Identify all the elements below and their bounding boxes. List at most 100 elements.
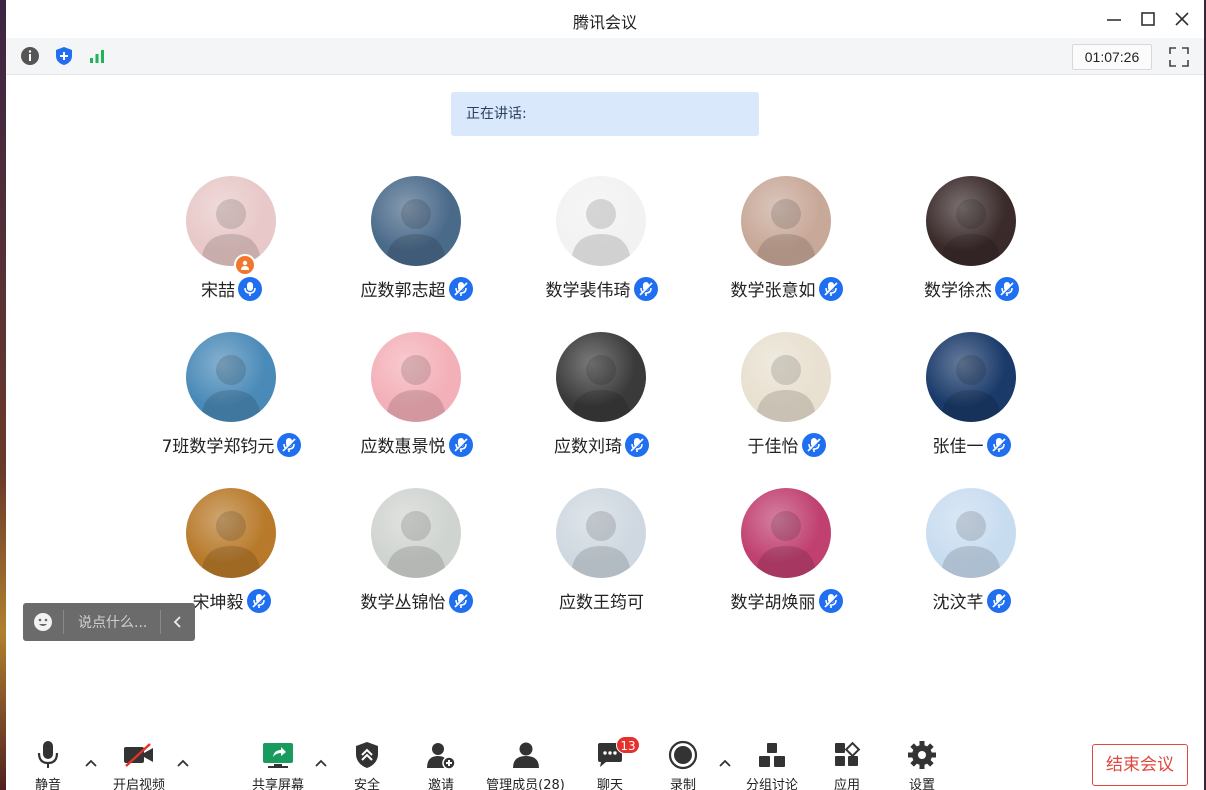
participant-tile[interactable]: 数学裴伟琦: [509, 176, 694, 332]
settings-button[interactable]: 设置: [882, 740, 962, 790]
host-user-icon: [241, 260, 249, 270]
participant-tile[interactable]: 数学徐杰: [879, 176, 1064, 332]
info-icon: [21, 47, 39, 65]
mic-muted-badge: [277, 432, 302, 457]
participant-avatar: [186, 332, 276, 422]
participant-avatar: [556, 332, 646, 422]
microphone-muted-icon: [453, 593, 468, 608]
quick-chat-box[interactable]: 说点什么...: [23, 603, 195, 641]
participant-tile[interactable]: 张佳一: [879, 332, 1064, 488]
minimize-button[interactable]: [1100, 6, 1128, 32]
end-meeting-button[interactable]: 结束会议: [1092, 744, 1188, 786]
audio-options-button[interactable]: [84, 756, 98, 770]
mic-muted-badge: [995, 276, 1019, 301]
members-icon: [512, 742, 539, 768]
microphone-muted-icon: [806, 437, 821, 452]
record-options-button[interactable]: [718, 756, 732, 770]
close-button[interactable]: [1168, 6, 1196, 32]
participant-tile[interactable]: 数学张意如: [694, 176, 879, 332]
microphone-muted-icon: [453, 437, 468, 452]
network-status-button[interactable]: [87, 46, 107, 66]
participant-name: 应数惠景悦: [360, 437, 446, 457]
chevron-left-icon: [173, 616, 181, 628]
participant-name-row: 张佳一: [879, 432, 1064, 457]
security-status-button[interactable]: [54, 46, 74, 66]
avatar-silhouette-icon: [941, 511, 1001, 578]
chat-button[interactable]: 聊天 13: [570, 736, 650, 790]
participant-tile[interactable]: 应数刘琦: [509, 332, 694, 488]
breakout-rooms-button[interactable]: 分组讨论: [732, 740, 812, 790]
mic-muted-badge: [625, 432, 649, 457]
participant-name: 宋喆: [201, 281, 235, 301]
share-screen-button[interactable]: 共享屏幕: [238, 740, 318, 790]
apps-button[interactable]: 应用: [807, 740, 887, 790]
invite-label: 邀请: [427, 778, 454, 790]
mic-muted-badge: [986, 588, 1011, 613]
share-options-button[interactable]: [314, 756, 328, 770]
participant-tile[interactable]: 7班数学郑钧元: [139, 332, 324, 488]
mic-muted-badge: [986, 432, 1011, 457]
participant-tile[interactable]: 数学胡焕丽: [694, 488, 879, 644]
microphone-muted-icon: [991, 437, 1006, 452]
microphone-muted-icon: [823, 593, 838, 608]
avatar-silhouette-icon: [941, 199, 1001, 266]
participant-row: 宋坤毅 数学丛锦怡 应数王筠可 数学胡焕丽 沈汶芊: [139, 488, 1064, 644]
members-label: 管理成员(28): [486, 778, 565, 790]
emoji-button[interactable]: [23, 610, 64, 634]
smiley-icon: [34, 613, 52, 631]
title-bar: 腾讯会议: [6, 0, 1204, 38]
mic-muted-badge: [818, 588, 843, 613]
participant-tile[interactable]: 宋喆: [139, 176, 324, 332]
mic-muted-badge: [448, 432, 473, 457]
video-off-icon: [124, 743, 153, 767]
avatar-silhouette-icon: [386, 199, 446, 266]
participant-name-row: 于佳怡: [694, 432, 879, 457]
mic-muted-badge: [818, 276, 843, 301]
participant-name: 数学徐杰: [924, 281, 992, 301]
participant-tile[interactable]: 应数惠景悦: [324, 332, 509, 488]
participant-tile[interactable]: 应数郭志超: [324, 176, 509, 332]
participant-name: 应数王筠可: [559, 593, 644, 613]
mic-muted-badge: [801, 432, 826, 457]
signal-icon: [90, 50, 104, 63]
avatar-silhouette-icon: [386, 355, 446, 422]
microphone-muted-icon: [823, 281, 838, 296]
participant-tile[interactable]: 于佳怡: [694, 332, 879, 488]
meeting-info-bar: 01:07:26: [6, 38, 1204, 75]
maximize-button[interactable]: [1134, 6, 1162, 32]
participant-name: 数学胡焕丽: [730, 593, 816, 613]
participant-row: 7班数学郑钧元 应数惠景悦 应数刘琦 于佳怡 张佳一: [139, 332, 1064, 488]
participant-tile[interactable]: 应数王筠可: [509, 488, 694, 644]
avatar-silhouette-icon: [571, 511, 631, 578]
avatar-silhouette-icon: [571, 199, 631, 266]
participant-tile[interactable]: 沈汶芊: [879, 488, 1064, 644]
invite-button[interactable]: 邀请: [401, 740, 481, 790]
participant-avatar: [371, 332, 461, 422]
participant-tile[interactable]: 数学丛锦怡: [324, 488, 509, 644]
video-options-button[interactable]: [176, 756, 190, 770]
share-screen-icon: [263, 743, 293, 768]
info-button[interactable]: [20, 46, 40, 66]
chat-input[interactable]: 说点什么...: [64, 612, 160, 632]
fullscreen-button[interactable]: [1168, 46, 1190, 68]
participant-name-row: 数学胡焕丽: [694, 588, 879, 613]
record-button[interactable]: 录制: [643, 740, 723, 790]
participant-avatar: [556, 488, 646, 578]
mic-muted-badge: [633, 276, 658, 301]
participant-avatar: [926, 488, 1016, 578]
mic-muted-badge: [448, 588, 473, 613]
mute-button[interactable]: 静音: [8, 740, 88, 790]
security-shield-icon: [356, 742, 378, 768]
participant-avatar: [741, 488, 831, 578]
participant-name-row: 数学徐杰: [879, 276, 1064, 301]
collapse-chat-button[interactable]: [160, 610, 195, 634]
participant-avatar: [186, 176, 276, 266]
fullscreen-icon: [1169, 47, 1189, 67]
participant-name: 宋坤毅: [192, 593, 244, 613]
apps-label: 应用: [833, 778, 860, 790]
security-button[interactable]: 安全: [327, 740, 407, 790]
manage-members-button[interactable]: 管理成员(28): [478, 740, 573, 790]
start-video-button[interactable]: 开启视频: [99, 740, 179, 790]
chevron-up-icon: [719, 759, 731, 767]
participant-name-row: 应数惠景悦: [324, 432, 509, 457]
